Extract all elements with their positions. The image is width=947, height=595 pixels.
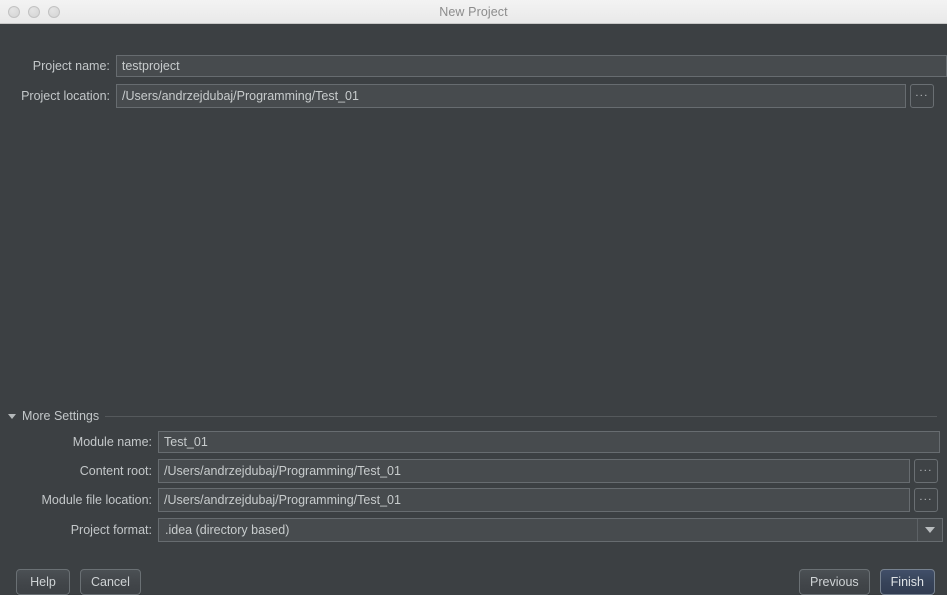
project-format-value: .idea (directory based) (165, 523, 290, 537)
project-location-label: Project location: (21, 89, 110, 103)
module-file-location-row: Module file location: ... (0, 488, 947, 512)
help-button[interactable]: Help (16, 569, 70, 595)
project-location-row: Project location: ... (0, 84, 947, 108)
project-format-row: Project format: .idea (directory based) (0, 518, 947, 542)
ellipsis-icon: ... (919, 491, 933, 503)
chevron-down-icon (925, 527, 935, 533)
footer-left-buttons: Help Cancel (16, 569, 141, 595)
module-file-location-input[interactable] (158, 488, 910, 512)
project-format-select[interactable]: .idea (directory based) (158, 518, 943, 542)
ellipsis-icon: ... (915, 87, 929, 99)
project-format-label: Project format: (70, 523, 152, 537)
finish-button[interactable]: Finish (879, 569, 935, 595)
content-root-label: Content root: (79, 464, 152, 478)
project-name-input[interactable] (115, 55, 947, 77)
project-name-label: Project name: (32, 59, 110, 73)
project-location-browse-button[interactable]: ... (910, 84, 934, 108)
new-project-dialog-body: Project name: Project location: ... More… (0, 24, 947, 595)
ellipsis-icon: ... (919, 462, 933, 474)
project-name-row: Project name: (0, 55, 947, 77)
content-root-browse-button[interactable]: ... (914, 459, 938, 483)
footer-right-buttons: Previous Finish (799, 569, 935, 595)
module-file-location-label: Module file location: (41, 493, 152, 507)
window-titlebar: New Project (0, 0, 947, 24)
module-file-location-browse-button[interactable]: ... (914, 488, 938, 512)
more-settings-header[interactable]: More Settings (8, 409, 937, 423)
window-title: New Project (439, 4, 508, 19)
module-name-input[interactable] (158, 431, 940, 453)
module-name-label: Module name: (72, 435, 152, 449)
content-root-row: Content root: ... (0, 459, 947, 483)
content-root-input[interactable] (158, 459, 910, 483)
more-settings-divider (105, 415, 937, 417)
chevron-down-icon[interactable] (8, 414, 16, 419)
project-format-arrow[interactable] (917, 519, 942, 541)
previous-button[interactable]: Previous (799, 569, 870, 595)
project-location-input[interactable] (116, 84, 906, 108)
module-name-row: Module name: (0, 431, 947, 453)
more-settings-label: More Settings (22, 409, 100, 423)
cancel-button[interactable]: Cancel (80, 569, 141, 595)
